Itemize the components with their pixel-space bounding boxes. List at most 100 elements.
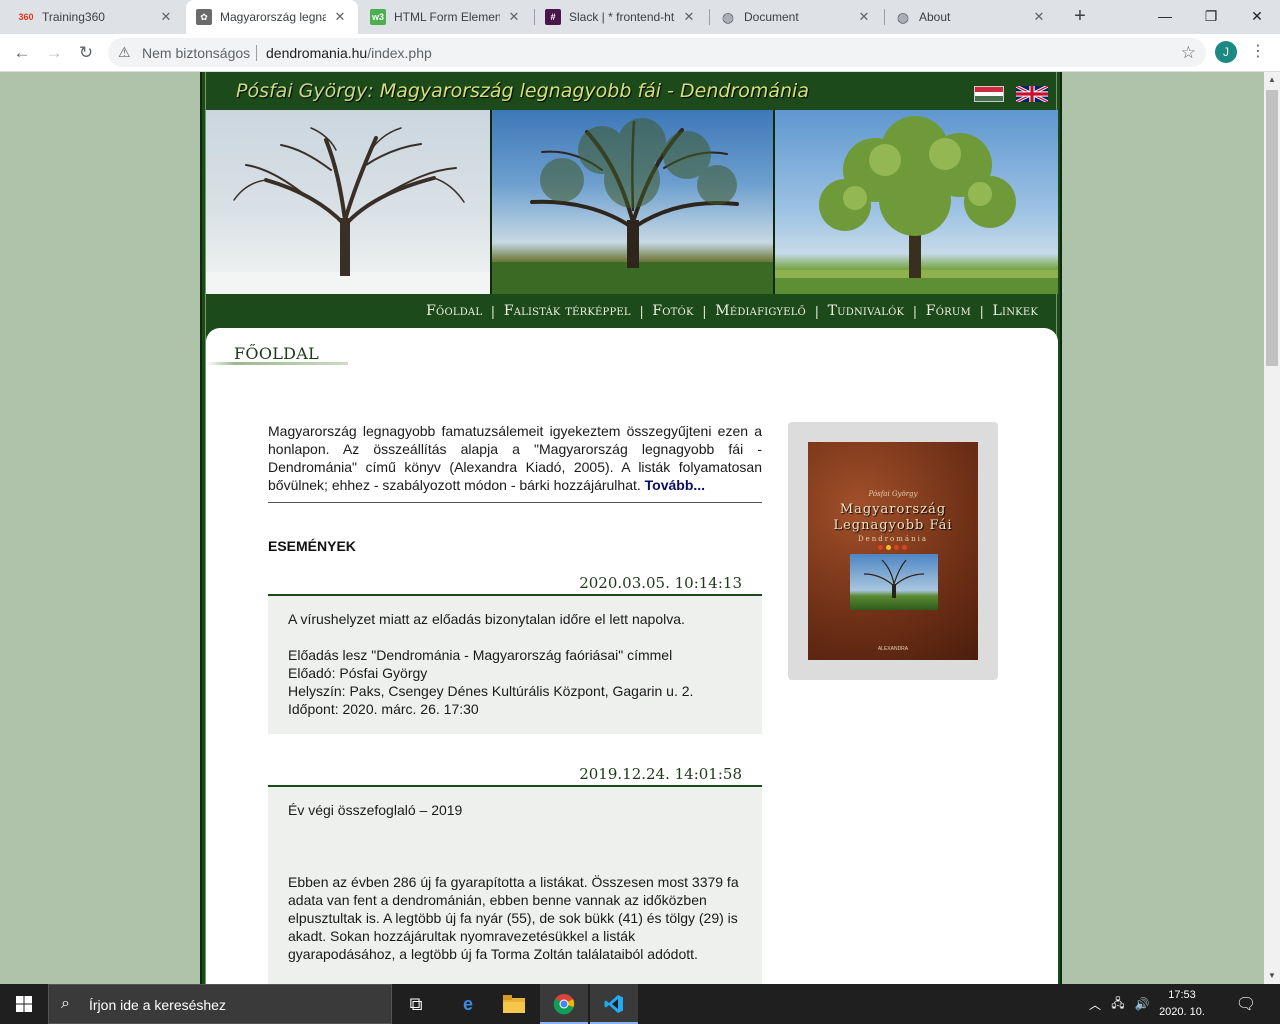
intro-paragraph: Magyarország legnagyobb famatuzsálemeit …	[268, 422, 762, 494]
leafy-tree-icon	[775, 116, 1058, 294]
tray-chevron-icon[interactable]: ︿	[1084, 996, 1106, 1013]
tab-html-form-elements[interactable]: w3 HTML Form Elements ✕	[360, 0, 532, 34]
omnibox-separator	[256, 45, 257, 61]
system-tray: ︿ 🖧 🔊	[1084, 984, 1154, 1024]
url-text[interactable]: dendromania.hu/index.php	[266, 45, 432, 61]
minimize-button[interactable]: —	[1142, 0, 1188, 32]
close-icon[interactable]: ✕	[332, 9, 348, 25]
book-title-line2: Legnagyobb Fái	[833, 518, 953, 533]
main-navigation: Főoldal | Falisták térképpel | Fotók | M…	[202, 294, 1060, 328]
close-window-button[interactable]: ✕	[1234, 0, 1280, 32]
address-bar[interactable]: ⚠ Nem biztonságos dendromania.hu/index.p…	[108, 38, 1206, 67]
tab-label: About	[919, 10, 951, 24]
hungarian-flag-icon[interactable]	[974, 86, 1004, 102]
tab-strip: 360 Training360 ✕ ✿ Magyarország legnagy…	[0, 0, 1280, 34]
close-icon[interactable]: ✕	[681, 9, 697, 25]
tab-document[interactable]: ◍ Document ✕	[710, 0, 882, 34]
bookmark-star-icon[interactable]: ☆	[1181, 43, 1196, 63]
windows-logo-icon	[16, 996, 32, 1012]
file-explorer-icon[interactable]	[490, 984, 538, 1024]
tab-label: Slack | * frontend-html	[569, 10, 675, 24]
event-text: Előadás lesz "Dendrománia - Magyarország…	[288, 647, 673, 663]
globe-icon: ◍	[896, 8, 910, 25]
start-button[interactable]	[0, 984, 48, 1024]
profile-avatar[interactable]: J	[1215, 41, 1237, 63]
browser-toolbar: ← → ↻ ⚠ Nem biztonságos dendromania.hu/i…	[0, 34, 1280, 72]
english-flag-icon[interactable]	[1016, 86, 1048, 102]
nav-separator: |	[913, 303, 917, 319]
book-subtitle: Dendrománia	[857, 535, 929, 543]
task-view-icon[interactable]: ⧉	[392, 984, 440, 1024]
tab-label: Magyarország legnagyobb	[220, 10, 326, 24]
search-placeholder: Írjon ide a kereséshez	[89, 997, 226, 1013]
nav-tudnivalok[interactable]: Tudnivalók	[828, 303, 905, 319]
restore-button[interactable]: ❐	[1188, 0, 1234, 32]
network-icon[interactable]: 🖧	[1106, 994, 1130, 1015]
dendromania-icon: ✿	[196, 9, 212, 25]
menu-kebab-icon[interactable]: ⋮	[1248, 40, 1268, 64]
nav-fotok[interactable]: Fotók	[652, 303, 693, 319]
close-icon[interactable]: ✕	[1031, 9, 1047, 25]
tab-label: Training360	[42, 10, 105, 24]
book-dots	[878, 545, 907, 550]
notification-icon[interactable]: 🗨	[1226, 984, 1266, 1024]
nav-forum[interactable]: Fórum	[926, 303, 971, 319]
site-title-text: Magyarország legnagyobb fái - Dendrománi…	[379, 80, 809, 102]
nav-separator: |	[702, 303, 707, 319]
scroll-up-arrow-icon[interactable]: ▲	[1264, 72, 1280, 88]
event-text: A vírushelyzet miatt az előadás bizonyta…	[288, 611, 685, 627]
close-icon[interactable]: ✕	[158, 9, 174, 25]
events-heading: ESEMÉNYEK	[268, 538, 356, 554]
w3schools-icon: w3	[370, 9, 386, 25]
reload-button[interactable]: ↻	[74, 41, 98, 65]
nav-falistak[interactable]: Falisták térképpel	[504, 303, 631, 319]
tab-about[interactable]: ◍ About ✕	[885, 0, 1057, 34]
book-cover-tree-photo	[850, 554, 938, 610]
bare-tree-icon	[492, 118, 773, 294]
page-scrollbar[interactable]: ▲ ▼	[1264, 72, 1280, 984]
book-cover-box: Pósfai György Magyarország Legnagyobb Fá…	[788, 422, 998, 680]
url-path: /index.php	[367, 45, 432, 61]
edge-icon[interactable]: e	[444, 984, 492, 1024]
warning-icon[interactable]: ⚠	[118, 44, 134, 60]
nav-fooldal[interactable]: Főoldal	[426, 303, 482, 319]
tab-label: HTML Form Elements	[394, 10, 500, 24]
close-icon[interactable]: ✕	[506, 9, 522, 25]
tab-training360[interactable]: 360 Training360 ✕	[8, 0, 184, 34]
nav-separator: |	[814, 303, 819, 319]
windows-taskbar: ⌕ Írjon ide a kereséshez ⧉ e ︿ 🖧 🔊 17:53…	[0, 984, 1280, 1024]
security-label[interactable]: Nem biztonságos	[142, 45, 250, 61]
event-text: Év végi összefoglaló – 2019	[288, 802, 463, 818]
winter-oak-photo	[206, 110, 490, 294]
chrome-icon[interactable]	[540, 984, 588, 1024]
new-tab-button[interactable]: +	[1068, 5, 1092, 29]
taskbar-clock[interactable]: 17:53 2020. 10. 31.	[1152, 987, 1212, 1024]
bare-tree-icon	[206, 127, 490, 294]
scrollbar-thumb[interactable]	[1266, 90, 1278, 366]
close-icon[interactable]: ✕	[856, 9, 872, 25]
tab-label: Document	[744, 10, 799, 24]
clock-time: 17:53	[1168, 989, 1196, 1001]
search-icon: ⌕	[61, 995, 70, 1012]
tab-dendromania[interactable]: ✿ Magyarország legnagyobb ✕	[186, 0, 358, 34]
event-text: Időpont: 2020. márc. 26. 17:30	[288, 701, 479, 717]
scroll-down-arrow-icon[interactable]: ▼	[1264, 968, 1280, 984]
spring-oak-photo	[492, 110, 773, 294]
vscode-icon[interactable]	[590, 984, 638, 1024]
forward-button[interactable]: →	[42, 41, 66, 65]
tab-slack[interactable]: # Slack | * frontend-html ✕	[535, 0, 707, 34]
site-title[interactable]: Pósfai György: Magyarország legnagyobb f…	[236, 80, 809, 102]
book-cover-image[interactable]: Pósfai György Magyarország Legnagyobb Fá…	[808, 442, 978, 660]
event-body: Év végi összefoglaló – 2019 Ebben az évb…	[268, 787, 762, 984]
site-container: Pósfai György: Magyarország legnagyobb f…	[200, 72, 1062, 984]
volume-icon[interactable]: 🔊	[1130, 997, 1154, 1011]
nav-linkek[interactable]: Linkek	[993, 303, 1038, 319]
event-date: 2020.03.05. 10:14:13	[579, 574, 742, 592]
more-link[interactable]: Tovább...	[645, 477, 705, 493]
clock-date: 2020. 10. 31.	[1159, 1006, 1205, 1024]
site-header: Pósfai György: Magyarország legnagyobb f…	[202, 72, 1060, 110]
nav-mediafigyelo[interactable]: Médiafigyelő	[715, 303, 806, 319]
taskbar-search-input[interactable]: ⌕ Írjon ide a kereséshez	[48, 984, 392, 1024]
page-title-underline	[206, 362, 348, 365]
back-button[interactable]: ←	[10, 41, 34, 65]
